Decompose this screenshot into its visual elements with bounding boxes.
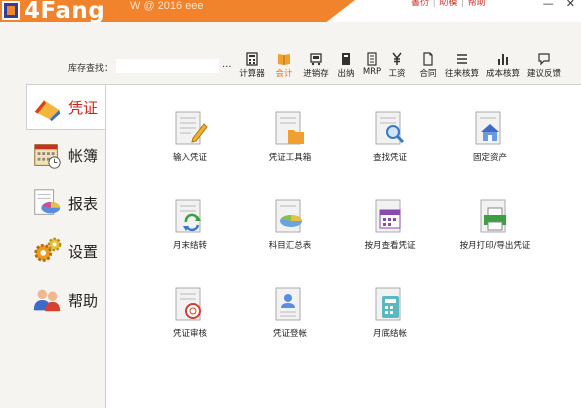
voucher-edit-icon bbox=[175, 111, 208, 145]
action-enter-voucher-label: 输入凭证 bbox=[172, 153, 207, 163]
feedback-icon bbox=[538, 53, 550, 66]
nav-item-reports[interactable]: 报表 bbox=[30, 182, 110, 224]
action-print-export-monthly[interactable]: 按月打印/导出凭证 bbox=[445, 198, 545, 251]
cashier-icon bbox=[342, 53, 350, 65]
action-find-voucher[interactable]: 查找凭证 bbox=[340, 110, 440, 163]
list-icon bbox=[457, 54, 467, 64]
stamp-doc-icon bbox=[175, 287, 201, 321]
action-voucher-review[interactable]: 凭证审核 bbox=[140, 286, 240, 339]
action-fixed-assets[interactable]: 固定资产 bbox=[440, 110, 540, 163]
toolbar-receivables[interactable]: 往来核算 bbox=[445, 52, 480, 79]
action-voucher-toolbox-label: 凭证工具箱 bbox=[268, 153, 312, 163]
action-account-summary[interactable]: 科目汇总表 bbox=[240, 198, 340, 251]
toolbar-feedback-label: 建议反馈 bbox=[527, 69, 562, 79]
report-pie-icon bbox=[30, 186, 64, 220]
top-link-1[interactable]: 書衍 bbox=[407, 0, 433, 7]
bar-chart-icon bbox=[498, 54, 508, 65]
window-controls: — ✕ bbox=[543, 0, 575, 10]
calendar-doc-icon bbox=[375, 199, 401, 233]
nav-label-settings: 设置 bbox=[68, 242, 99, 261]
action-month-end-close[interactable]: 月底结帐 bbox=[340, 286, 440, 339]
nav-label-help: 帮助 bbox=[68, 291, 99, 310]
top-link-help[interactable]: 帮助 bbox=[464, 0, 490, 7]
search-more-button[interactable]: ... bbox=[222, 59, 232, 70]
action-fixed-assets-label: 固定资产 bbox=[472, 153, 507, 163]
logo-mark-icon bbox=[2, 1, 20, 20]
voucher-pencil-icon bbox=[30, 90, 64, 124]
house-doc-icon bbox=[475, 111, 501, 145]
folder-doc-icon bbox=[275, 111, 304, 145]
nav-item-voucher[interactable]: 凭证 bbox=[30, 86, 110, 128]
toolbar-accounting[interactable]: 会计 bbox=[268, 52, 300, 79]
action-month-end-transfer[interactable]: 月末结转 bbox=[140, 198, 240, 251]
person-doc-icon bbox=[275, 287, 301, 321]
yen-icon bbox=[392, 52, 402, 65]
search-input[interactable] bbox=[116, 59, 219, 73]
document-icon bbox=[367, 52, 377, 66]
toolbar-costing-label: 成本核算 bbox=[486, 69, 521, 79]
window-title: W @ 2016 eee bbox=[130, 0, 204, 12]
toolbar-accounting-label: 会计 bbox=[275, 69, 293, 79]
action-voucher-posting[interactable]: 凭证登帐 bbox=[240, 286, 340, 339]
toolbar-inventory[interactable]: 进销存 bbox=[300, 52, 332, 79]
gear-icon bbox=[30, 234, 64, 268]
toolbar-receivables-label: 往来核算 bbox=[445, 69, 480, 79]
close-button[interactable]: ✕ bbox=[566, 0, 575, 10]
users-help-icon bbox=[30, 283, 64, 317]
toolbar-calculator-label: 计算器 bbox=[239, 69, 265, 79]
cart-icon bbox=[310, 53, 322, 66]
contract-icon bbox=[423, 52, 433, 66]
nav-label-reports: 报表 bbox=[68, 194, 99, 213]
title-bar: 4Fang W @ 2016 eee 書衍 | 助模 | 帮助 — ✕ bbox=[0, 0, 581, 24]
action-voucher-review-label: 凭证审核 bbox=[172, 329, 207, 339]
printer-doc-icon bbox=[480, 199, 506, 233]
toolbar-inventory-label: 进销存 bbox=[303, 69, 329, 79]
action-enter-voucher[interactable]: 输入凭证 bbox=[140, 110, 240, 163]
top-links: 書衍 | 助模 | 帮助 bbox=[407, 0, 490, 8]
action-view-monthly-voucher[interactable]: 按月查看凭证 bbox=[340, 198, 440, 251]
minimize-button[interactable]: — bbox=[543, 0, 554, 10]
nav-item-settings[interactable]: 设置 bbox=[30, 230, 110, 272]
toolbar: 库存查找： ... 计算器 会计 进销存 出纳 MRP 工资 合同 往来核算 成… bbox=[0, 48, 581, 80]
pie-doc-icon bbox=[275, 199, 302, 233]
action-account-summary-label: 科目汇总表 bbox=[268, 241, 312, 251]
toolbar-calculator[interactable]: 计算器 bbox=[236, 52, 268, 79]
toolbar-cashier-label: 出纳 bbox=[337, 69, 355, 79]
ledger-calendar-icon bbox=[30, 138, 64, 172]
search-doc-icon bbox=[375, 111, 405, 145]
top-link-2[interactable]: 助模 bbox=[435, 0, 461, 7]
action-voucher-posting-label: 凭证登帐 bbox=[272, 329, 307, 339]
calculator-doc-icon bbox=[375, 287, 401, 321]
app-logo: 4Fang bbox=[24, 0, 106, 24]
action-print-export-monthly-label: 按月打印/导出凭证 bbox=[459, 241, 531, 251]
toolbar-contract-label: 合同 bbox=[419, 69, 437, 79]
nav-item-help[interactable]: 帮助 bbox=[30, 279, 110, 321]
action-find-voucher-label: 查找凭证 bbox=[372, 153, 407, 163]
nav-item-ledger[interactable]: 帐簿 bbox=[30, 134, 110, 176]
book-icon bbox=[278, 54, 290, 65]
nav-label-ledger: 帐簿 bbox=[68, 146, 99, 165]
toolbar-salary[interactable]: 工资 bbox=[381, 52, 413, 79]
toolbar-salary-label: 工资 bbox=[388, 69, 406, 79]
action-view-monthly-voucher-label: 按月查看凭证 bbox=[364, 241, 416, 251]
toolbar-mrp-label: MRP bbox=[362, 67, 382, 77]
toolbar-costing[interactable]: 成本核算 bbox=[486, 52, 521, 79]
search-label: 库存查找： bbox=[68, 64, 114, 74]
action-month-end-transfer-label: 月末结转 bbox=[172, 241, 207, 251]
refresh-doc-icon bbox=[175, 199, 201, 233]
calculator-icon bbox=[246, 52, 258, 66]
toolbar-contract[interactable]: 合同 bbox=[412, 52, 444, 79]
action-voucher-toolbox[interactable]: 凭证工具箱 bbox=[240, 110, 340, 163]
toolbar-feedback[interactable]: 建议反馈 bbox=[527, 52, 562, 79]
nav-label-voucher: 凭证 bbox=[68, 98, 99, 117]
action-month-end-close-label: 月底结帐 bbox=[372, 329, 407, 339]
